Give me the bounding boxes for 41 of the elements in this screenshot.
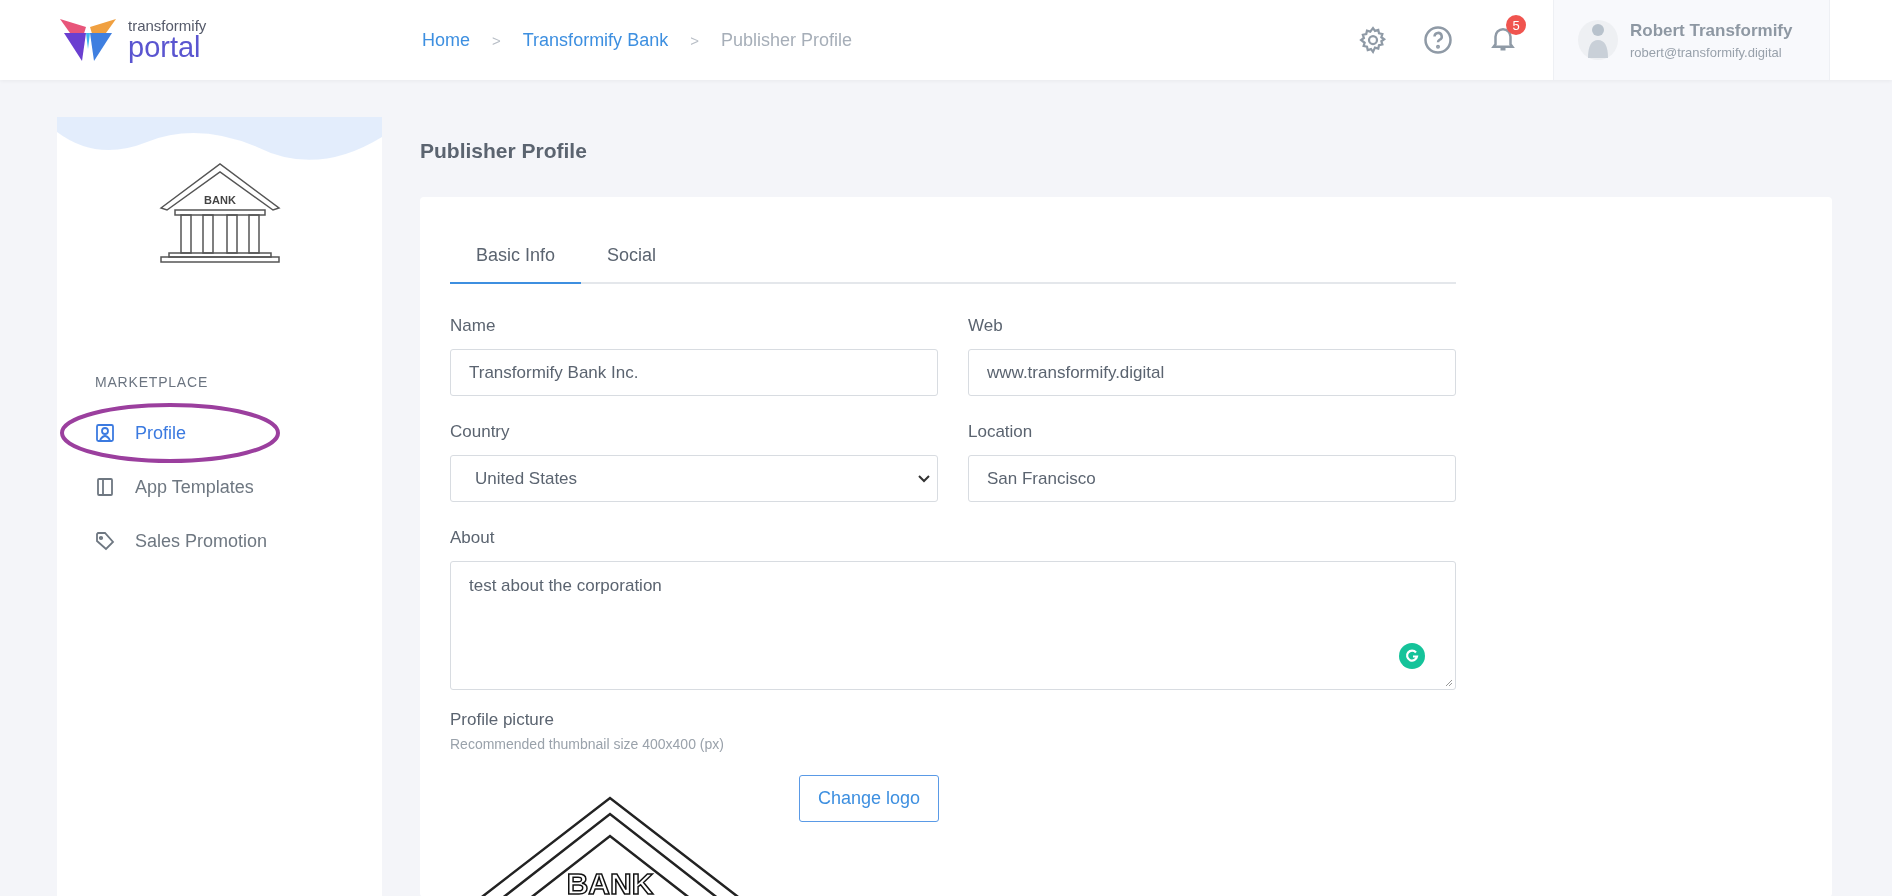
current-page-title: Publisher Profile <box>720 29 852 51</box>
bank-logo-drawing: BANK <box>465 790 755 896</box>
logo-title: portal <box>128 33 201 62</box>
book-icon <box>95 477 115 497</box>
about-textarea[interactable]: test about the corporation <box>450 561 1456 690</box>
sidebar-item[interactable]: Sales Promotion <box>95 514 335 568</box>
sidebar-item[interactable]: Profile <box>95 406 335 460</box>
breadcrumb-separator: > <box>690 31 699 49</box>
user-email: robert@transformify.digital <box>1630 44 1783 60</box>
notification-badge: 5 <box>1506 15 1526 35</box>
user-profile-icon <box>95 423 115 443</box>
resize-grip-icon <box>1445 679 1453 687</box>
breadcrumb-separator: > <box>492 31 501 49</box>
country-dropdown[interactable]: United States <box>450 455 938 502</box>
input-field[interactable]: www.transformify.digital <box>968 349 1456 396</box>
input-field[interactable]: Transformify Bank Inc. <box>450 349 938 396</box>
breadcrumb-link[interactable]: Transformify Bank <box>522 29 669 51</box>
field-label: Name <box>450 316 497 336</box>
settings-icon[interactable] <box>1358 25 1388 55</box>
avatar-silhouette-icon <box>1578 18 1618 62</box>
tab[interactable]: Social <box>581 227 683 284</box>
user-name: Robert Transformify <box>1630 20 1793 41</box>
hint-text: Recommended thumbnail size 400x400 (px) <box>450 736 725 752</box>
input-field[interactable]: San Francisco <box>968 455 1456 502</box>
sidebar-item[interactable]: App Templates <box>95 460 335 514</box>
bank-building-drawing: BANK <box>158 162 281 266</box>
field-label: Location <box>968 422 1034 442</box>
section-heading: MARKETPLACE <box>95 374 210 390</box>
field-label: Web <box>968 316 1004 336</box>
field-label: Profile picture <box>450 710 555 730</box>
grammar-assistant-icon[interactable] <box>1399 643 1425 669</box>
butterfly-logo-icon <box>58 17 118 63</box>
page-title: Publisher Profile <box>420 139 588 163</box>
field-label: About <box>450 528 496 548</box>
tab[interactable]: Basic Info <box>450 227 582 284</box>
field-label: Country <box>450 422 511 442</box>
chevron-down-icon <box>917 473 931 484</box>
help-icon[interactable] <box>1423 25 1453 55</box>
tag-icon <box>95 531 115 551</box>
breadcrumb-link[interactable]: Home <box>422 29 470 51</box>
change-logo-button[interactable]: Change logo <box>799 775 939 822</box>
